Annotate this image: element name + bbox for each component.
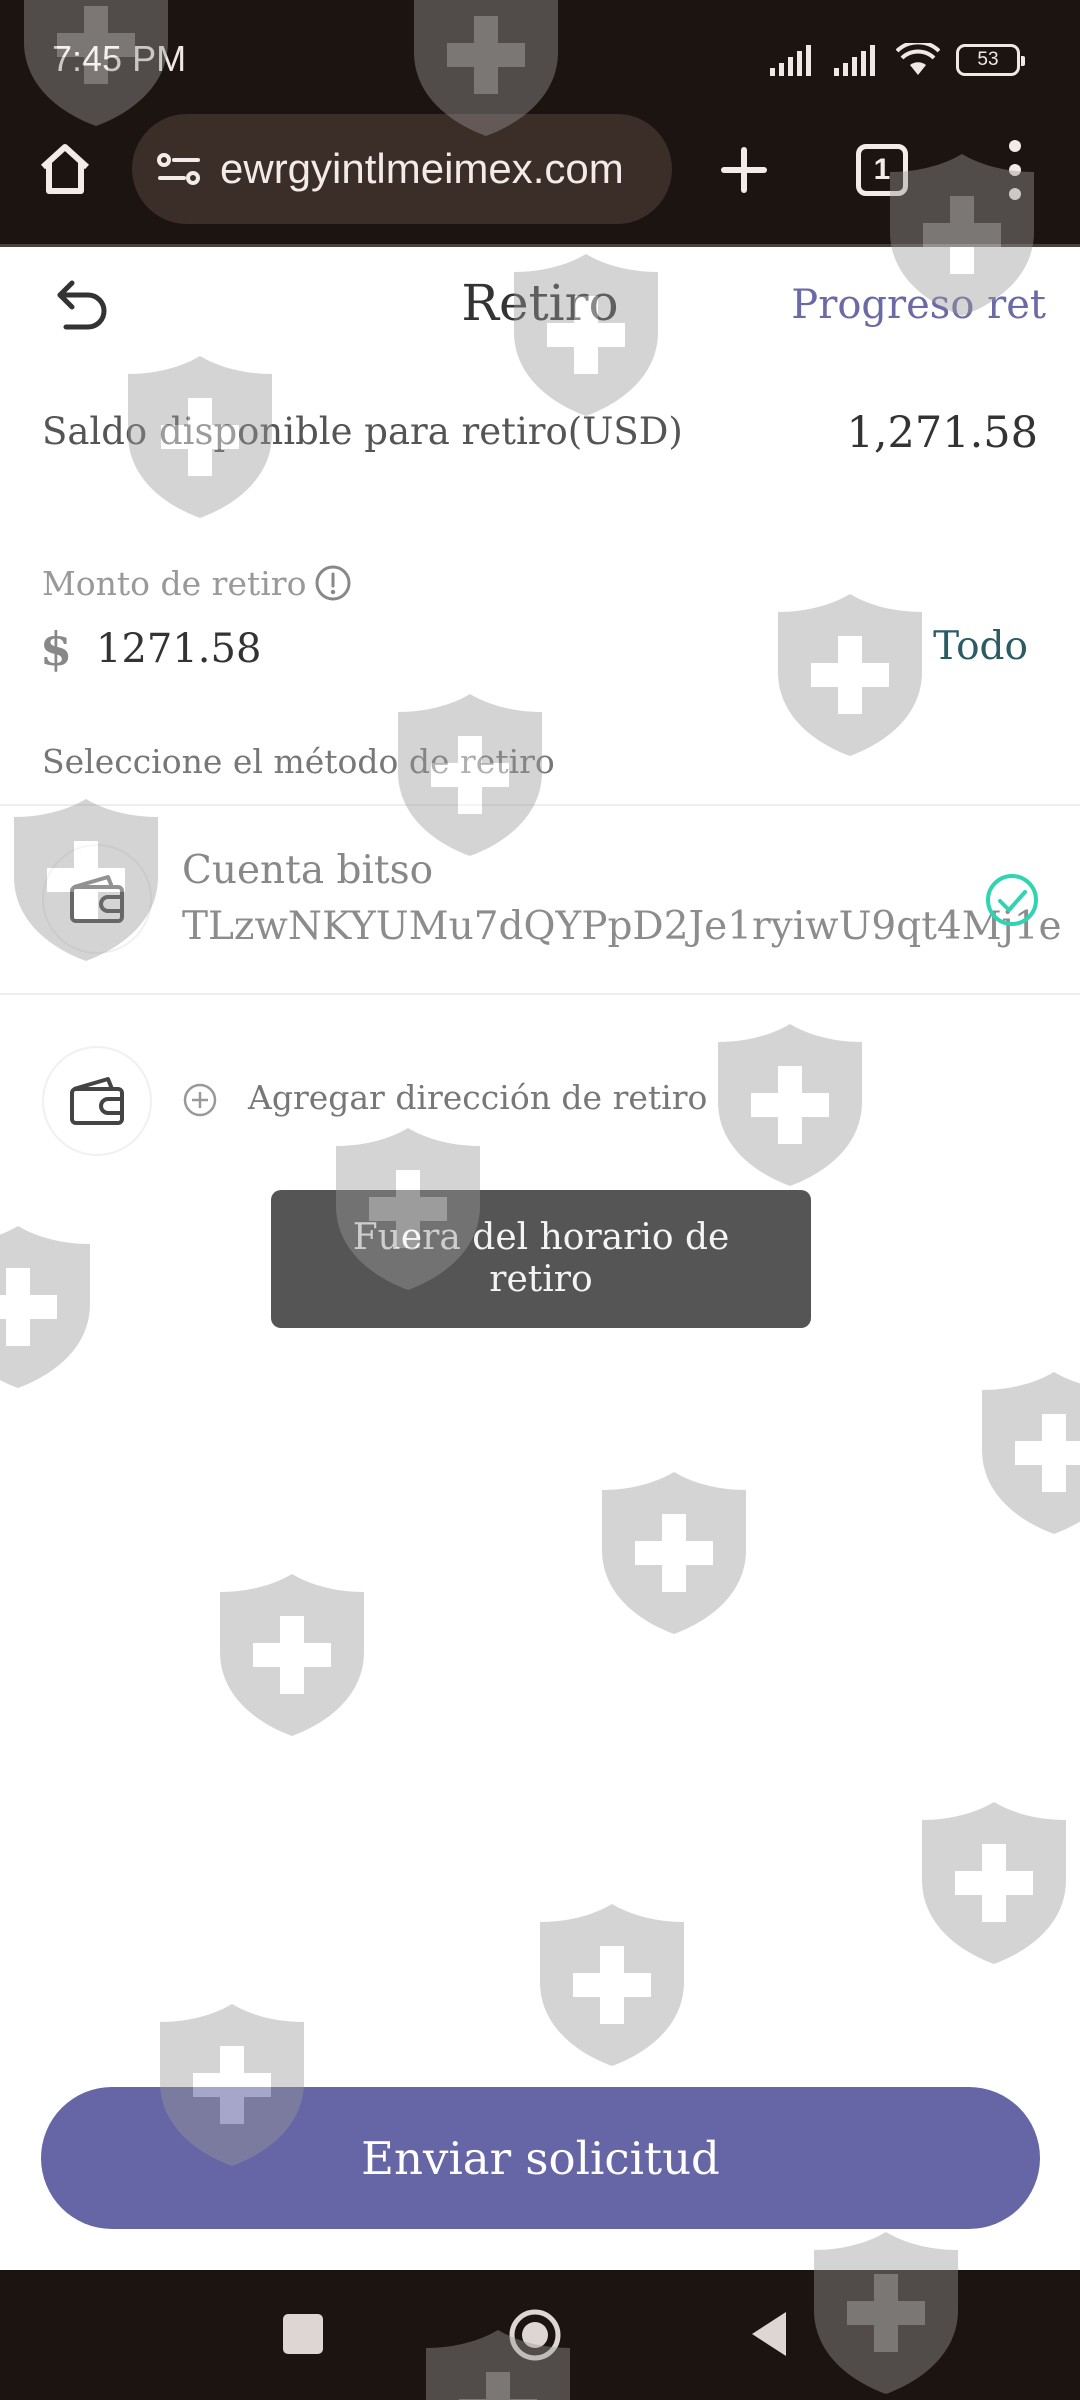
wallet-avatar <box>42 844 152 954</box>
add-address-label: Agregar dirección de retiro <box>248 1078 708 1117</box>
currency-symbol: $ <box>40 622 73 676</box>
menu-dot <box>1009 188 1021 200</box>
balance-label: Saldo disponible para retiro(USD) <box>42 410 683 453</box>
home-nav-button[interactable] <box>508 2308 562 2362</box>
battery-indicator: 53 <box>956 44 1025 76</box>
amount-label: Monto de retiro <box>42 564 307 603</box>
home-icon <box>40 144 90 194</box>
status-icons: 53 <box>768 40 1025 80</box>
wifi-icon <box>896 43 940 75</box>
add-address-button[interactable]: Agregar dirección de retiro <box>0 1046 1080 1156</box>
shield-watermark-icon <box>0 1226 90 1388</box>
signal-icon <box>770 45 811 76</box>
tab-switcher-button[interactable]: 1 <box>856 144 908 196</box>
home-button[interactable] <box>36 140 94 198</box>
status-time: 7:45 PM <box>52 38 187 79</box>
toast-message: Fuera del horario de retiro <box>271 1190 811 1328</box>
more-menu-button[interactable] <box>1000 140 1030 200</box>
withdraw-all-button[interactable]: Todo <box>933 624 1028 669</box>
method-name: Cuenta bitso <box>182 848 434 893</box>
wallet-icon <box>70 875 124 923</box>
shield-watermark-icon <box>220 1574 364 1736</box>
wallet-avatar <box>42 1046 152 1156</box>
menu-dot <box>1009 164 1021 176</box>
wallet-icon <box>70 1077 124 1125</box>
chrome-divider <box>0 244 1080 247</box>
check-circle-icon <box>986 874 1038 926</box>
info-icon[interactable] <box>314 564 352 602</box>
new-tab-button[interactable] <box>716 142 772 198</box>
back-nav-button[interactable] <box>748 2310 788 2358</box>
shield-watermark-icon <box>540 1904 684 2066</box>
site-settings-button[interactable] <box>154 149 204 189</box>
recents-button[interactable] <box>283 2314 323 2354</box>
menu-dot <box>1009 140 1021 152</box>
url-text[interactable]: ewrgyintlmeimex.com <box>220 145 624 193</box>
browser-chrome: 7:45 PM 53 ewrgyintlmeimex.com 1 <box>0 0 1080 247</box>
new-tab-icon <box>721 147 767 193</box>
signal-icon <box>834 45 875 76</box>
submit-button[interactable]: Enviar solicitud <box>41 2087 1040 2229</box>
divider <box>0 993 1080 995</box>
shield-watermark-icon <box>778 594 922 756</box>
address-bar[interactable]: ewrgyintlmeimex.com <box>132 114 672 224</box>
method-section-label: Seleccione el método de retiro <box>42 742 555 781</box>
shield-watermark-icon <box>982 1372 1080 1534</box>
plus-circle-icon <box>183 1083 217 1117</box>
site-settings-icon <box>157 153 200 185</box>
shield-watermark-icon <box>922 1802 1066 1964</box>
withdrawal-method-item[interactable]: Cuenta bitso TLzwNKYUMu7dQYPpD2Je1ryiwU9… <box>0 806 1080 994</box>
shield-watermark-icon <box>602 1472 746 1634</box>
method-address: TLzwNKYUMu7dQYPpD2Je1ryiwU9qt4Mj1e <box>182 904 1062 949</box>
progress-link[interactable]: Progreso ret <box>791 282 1046 328</box>
balance-value: 1,271.58 <box>846 408 1038 458</box>
amount-input[interactable]: 1271.58 <box>96 626 261 672</box>
